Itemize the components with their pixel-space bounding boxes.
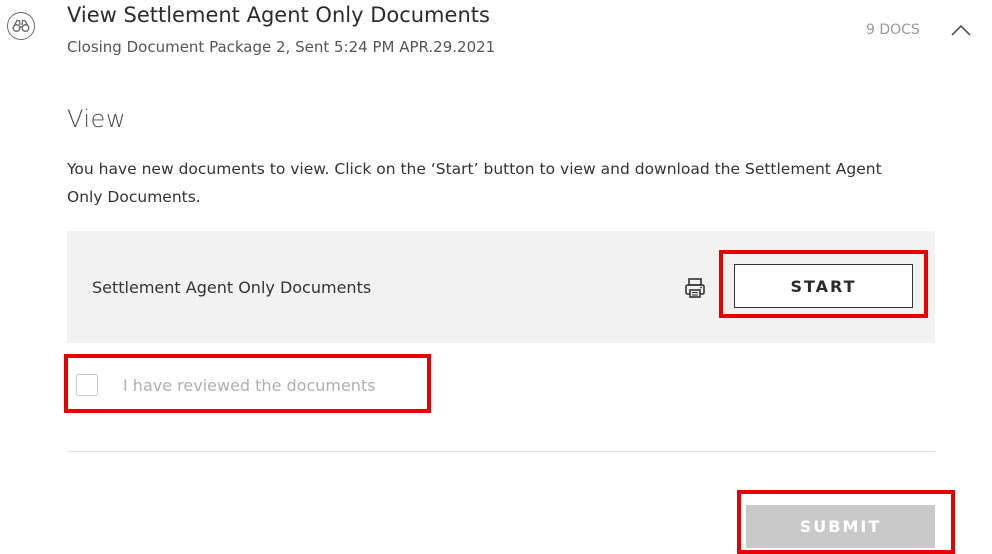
package-subtitle: Closing Document Package 2, Sent 5:24 PM…: [67, 38, 496, 56]
reviewed-checkbox[interactable]: [76, 374, 98, 396]
instructions-text: You have new documents to view. Click on…: [67, 160, 882, 206]
divider: [67, 451, 935, 452]
document-package-card: View Settlement Agent Only Documents Clo…: [0, 0, 992, 554]
binoculars-icon: [7, 12, 35, 40]
section-heading: View: [67, 105, 126, 133]
doc-count-badge: 9 DOCS: [866, 22, 920, 38]
document-panel: Settlement Agent Only Documents START: [67, 231, 935, 343]
reviewed-checkbox-label: I have reviewed the documents: [123, 375, 376, 395]
start-button[interactable]: START: [734, 264, 913, 308]
printer-icon[interactable]: [683, 276, 707, 300]
document-name: Settlement Agent Only Documents: [92, 278, 372, 297]
submit-button[interactable]: SUBMIT: [746, 505, 935, 548]
reviewed-checkbox-row[interactable]: I have reviewed the documents: [76, 373, 376, 397]
package-title: View Settlement Agent Only Documents: [67, 3, 490, 27]
chevron-up-icon[interactable]: [949, 22, 973, 38]
